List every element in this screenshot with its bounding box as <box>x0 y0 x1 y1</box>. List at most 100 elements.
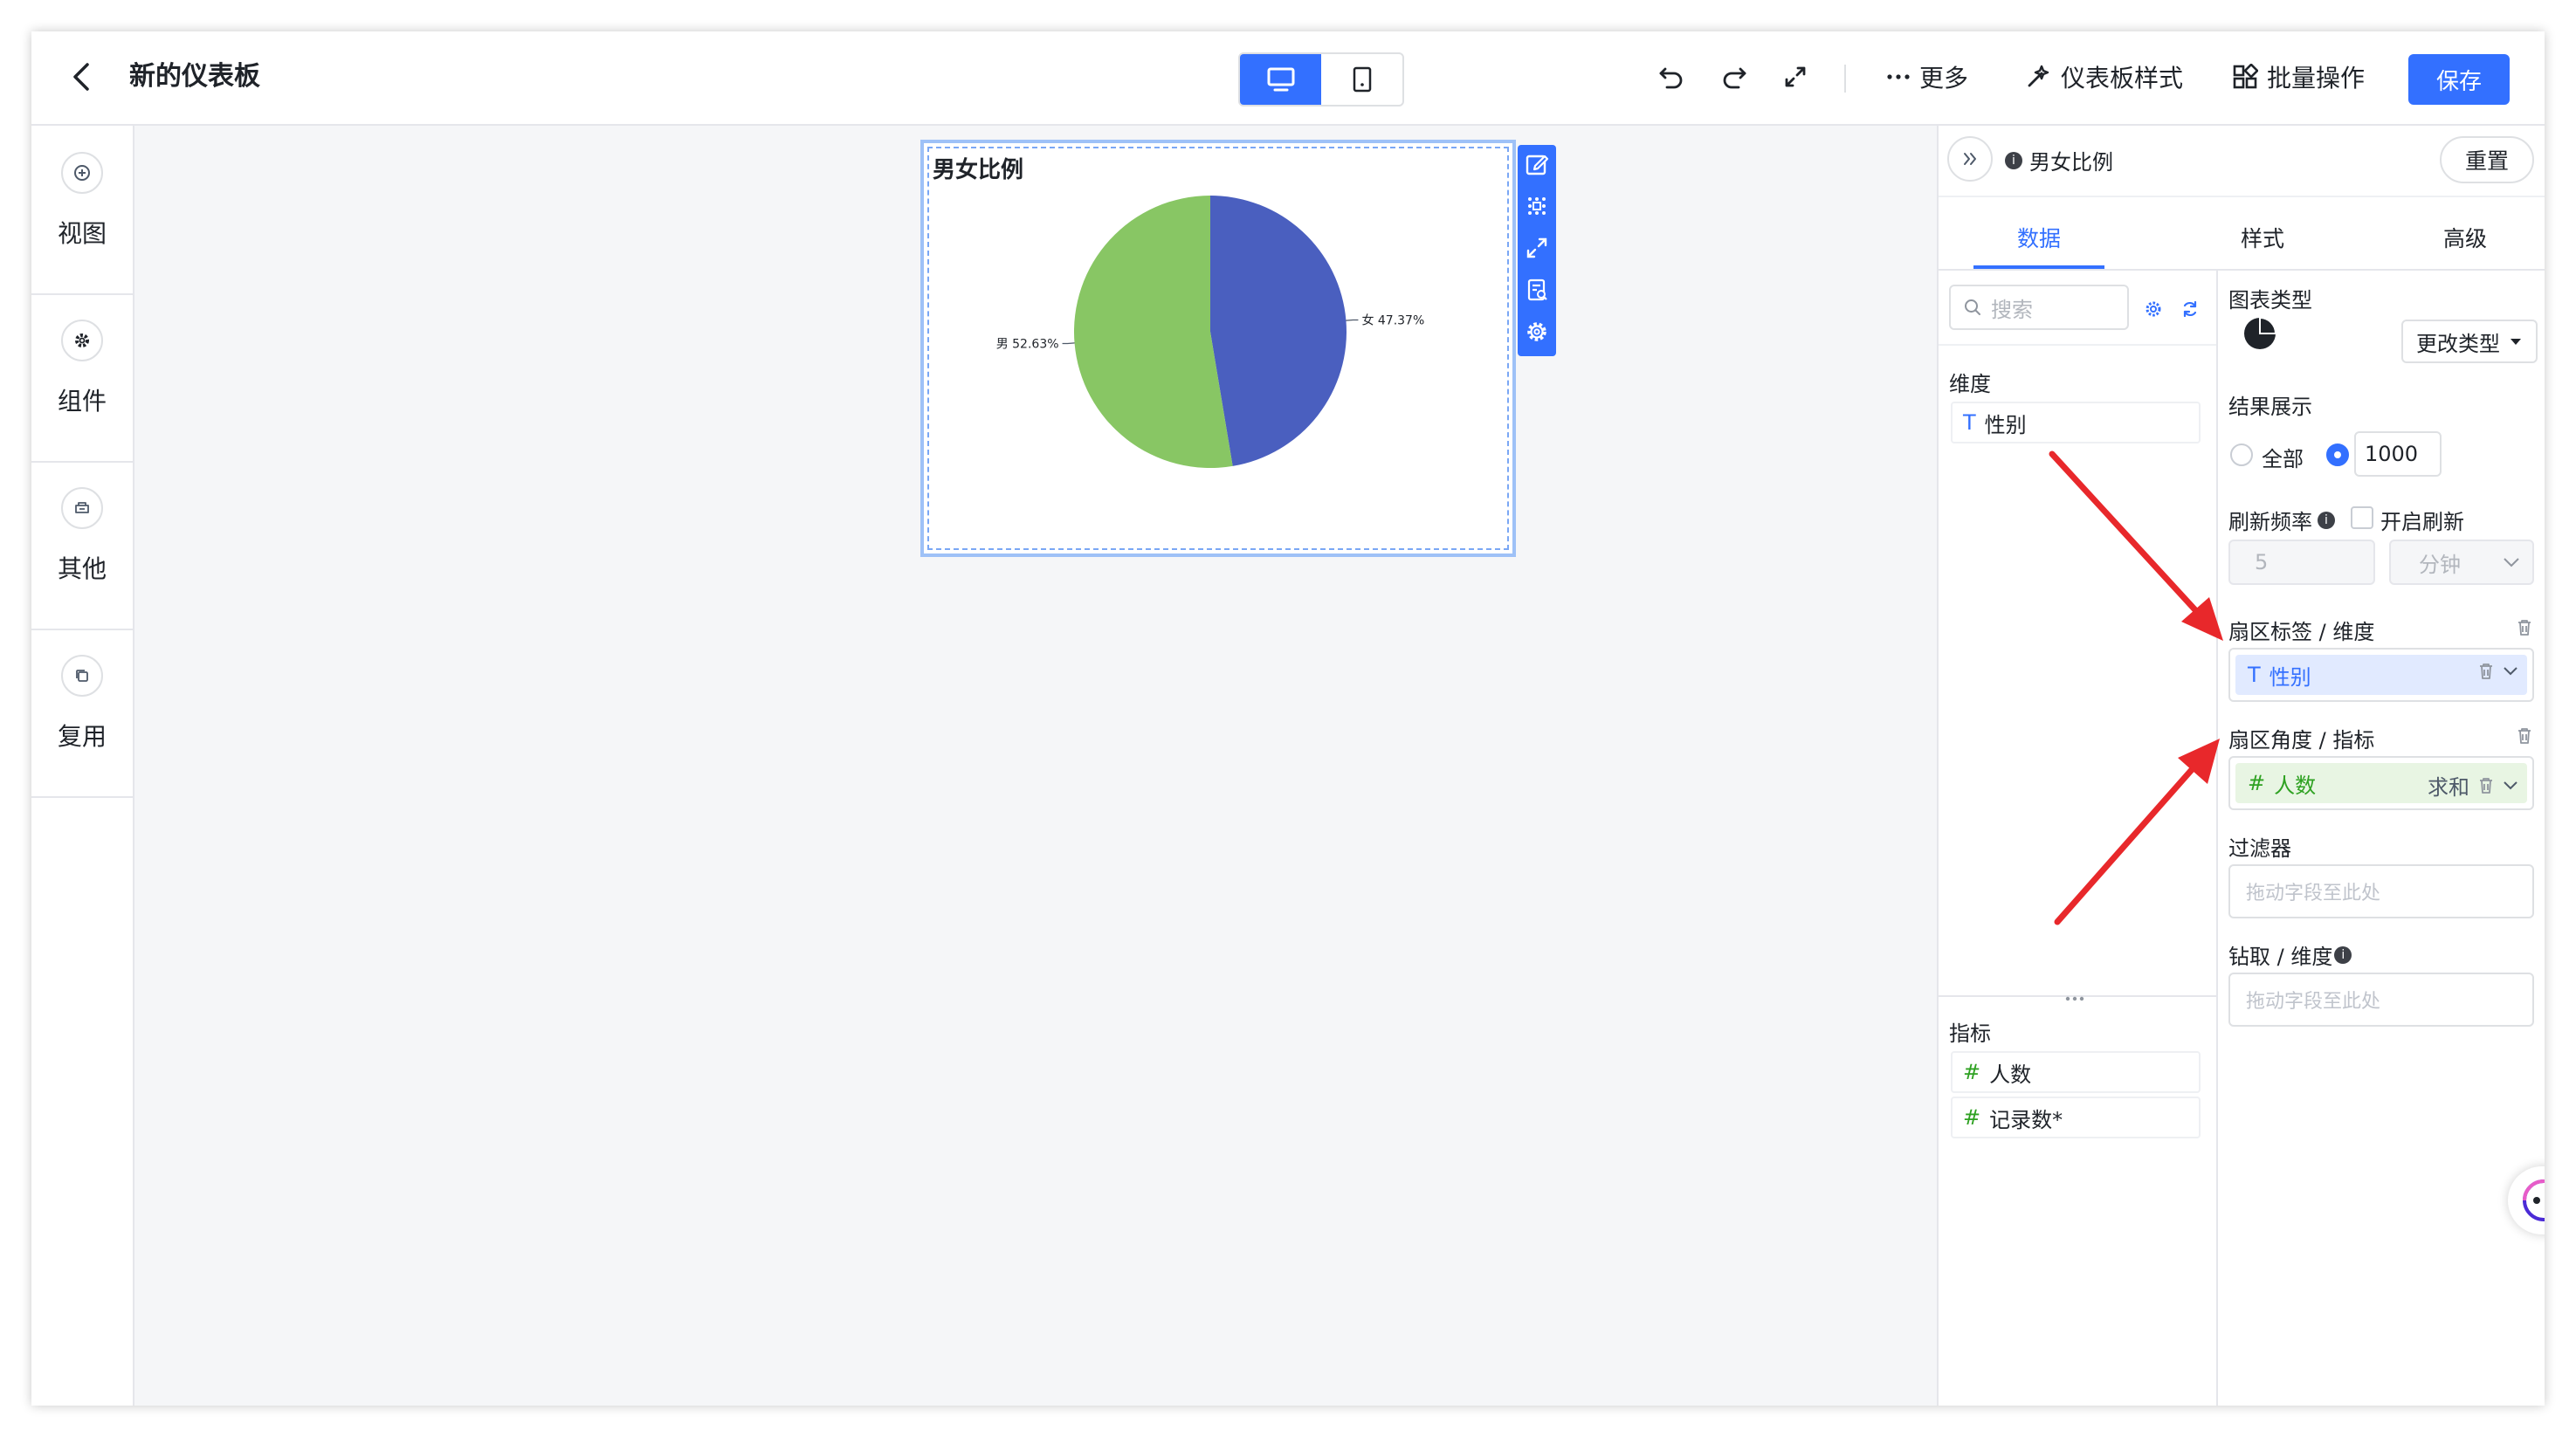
field-list: 搜索 维度 T 性别 指标 # 人数 # 记录数* <box>1939 271 2218 1406</box>
collapse-panel-button[interactable] <box>1947 136 1993 182</box>
trash-icon[interactable] <box>2476 776 2496 795</box>
enable-refresh-label: 开启刷新 <box>2380 510 2464 534</box>
chevron-down-icon[interactable] <box>2503 780 2518 791</box>
box-icon <box>61 487 103 529</box>
toolbar-divider <box>1844 65 1846 93</box>
pie-leader-line-1 <box>1062 342 1075 345</box>
refresh-interval-input[interactable]: 5 <box>2228 540 2375 585</box>
tab-style[interactable]: 样式 <box>2241 222 2284 253</box>
measure-field-count[interactable]: # 人数 <box>1951 1051 2201 1093</box>
pie-slice-0[interactable] <box>1210 196 1347 466</box>
copy-icon <box>61 655 103 697</box>
sidebar-item-other[interactable]: 其他 <box>31 461 133 630</box>
search-placeholder: 搜索 <box>1991 297 2033 322</box>
change-type-label: 更改类型 <box>2416 331 2500 356</box>
search-icon <box>1965 299 1980 315</box>
text-type-icon: T <box>1963 410 1976 435</box>
trash-icon[interactable] <box>2513 616 2536 639</box>
more-label: 更多 <box>1919 64 1969 93</box>
enable-refresh-checkbox[interactable] <box>2351 506 2373 529</box>
device-toggle <box>1238 52 1404 107</box>
info-icon: i <box>2005 151 2022 169</box>
more-button[interactable]: 更多 <box>1886 58 1968 96</box>
sidebar-item-label: 其他 <box>57 554 107 583</box>
field-name: 记录数* <box>1989 1107 2063 1132</box>
ellipsis-icon <box>1887 74 1910 79</box>
sector-angle-field-pill[interactable]: # 人数 求和 <box>2235 763 2527 803</box>
expand-icon[interactable] <box>1521 232 1553 264</box>
panel-header: i 男女比例 重置 <box>1939 126 2545 197</box>
magic-wand-icon <box>2028 65 2049 87</box>
pie-chart: 女 47.37% 男 52.63% <box>996 196 1424 468</box>
result-limit-input[interactable]: 1000 <box>2354 431 2442 477</box>
refresh-icon[interactable] <box>2178 297 2202 321</box>
monitor-icon <box>1267 67 1294 92</box>
field-settings-icon[interactable] <box>2141 297 2166 321</box>
info-icon: i <box>2334 945 2352 964</box>
sector-label-title: 扇区标签 / 维度 <box>2228 620 2375 644</box>
tab-data[interactable]: 数据 <box>2017 222 2061 253</box>
sidebar-item-label: 视图 <box>57 219 107 248</box>
undo-icon[interactable] <box>1654 59 1689 94</box>
pie-chart-type-icon <box>2244 316 2277 349</box>
splitter-handle[interactable] <box>2061 990 2089 1001</box>
dimension-field-gender[interactable]: T 性别 <box>1951 402 2201 443</box>
panel-title: i 男女比例 <box>2005 145 2113 175</box>
measure-field-record-count[interactable]: # 记录数* <box>1951 1097 2201 1138</box>
mobile-view-button[interactable] <box>1321 54 1402 105</box>
edit-icon[interactable] <box>1521 148 1553 180</box>
sidebar-item-component[interactable]: 组件 <box>31 293 133 463</box>
drill-title-text: 钻取 / 维度 <box>2228 945 2333 969</box>
assistant-button[interactable] <box>2508 1166 2545 1234</box>
phone-icon <box>1353 66 1371 93</box>
batch-operation-button[interactable]: 批量操作 <box>2232 58 2365 96</box>
sector-label-dropzone[interactable]: T 性别 <box>2228 648 2534 702</box>
trash-icon[interactable] <box>2513 725 2536 747</box>
robot-icon <box>2523 1179 2545 1221</box>
settings-icon[interactable] <box>1521 316 1553 347</box>
field-name: 人数 <box>2274 773 2317 798</box>
data-detail-icon[interactable] <box>1521 274 1553 306</box>
aggregation-label[interactable]: 求和 <box>2428 770 2469 801</box>
result-all-radio[interactable] <box>2230 443 2253 466</box>
app-window: 新的仪表板 更多 仪表板样式 批量操作 保存 视图 组件 其他 复用 男女比例 … <box>31 31 2545 1406</box>
number-type-icon: # <box>1963 1060 1981 1084</box>
info-icon: i <box>2318 511 2335 529</box>
pill-actions <box>2476 662 2518 681</box>
pie-label-0: 女 47.37% <box>1361 313 1424 327</box>
sidebar-item-view[interactable]: 视图 <box>31 126 133 295</box>
filter-dropzone[interactable]: 拖动字段至此处 <box>2228 864 2534 918</box>
tab-advanced[interactable]: 高级 <box>2443 222 2487 253</box>
drill-dropzone[interactable]: 拖动字段至此处 <box>2228 973 2534 1027</box>
reset-button[interactable]: 重置 <box>2440 136 2534 183</box>
dashboard-title[interactable]: 新的仪表板 <box>129 58 260 96</box>
search-divider <box>1939 344 2216 346</box>
sector-label-field-pill[interactable]: T 性别 <box>2235 655 2527 695</box>
measures-label: 指标 <box>1949 1021 1991 1046</box>
refresh-unit-label: 分钟 <box>2419 552 2461 577</box>
number-type-icon: # <box>1963 1105 1981 1130</box>
refresh-unit-select[interactable]: 分钟 <box>2389 540 2534 585</box>
change-type-dropdown[interactable]: 更改类型 <box>2401 320 2538 363</box>
result-limit-radio[interactable] <box>2326 443 2349 466</box>
sector-angle-dropzone[interactable]: # 人数 求和 <box>2228 756 2534 810</box>
active-tab-indicator <box>1973 265 2104 269</box>
gear-icon <box>61 320 103 361</box>
save-button[interactable]: 保存 <box>2408 54 2510 105</box>
drag-grid-icon[interactable] <box>1521 190 1553 222</box>
chevron-down-icon[interactable] <box>2503 666 2518 677</box>
chart-config: 图表类型 更改类型 结果展示 全部 1000 刷新频率 i 开启刷新 5 分钟 … <box>2218 271 2545 1406</box>
pie-slice-1[interactable] <box>1074 196 1233 468</box>
dashboard-style-button[interactable]: 仪表板样式 <box>2024 58 2183 96</box>
sidebar-item-reuse[interactable]: 复用 <box>31 629 133 798</box>
desktop-view-button[interactable] <box>1240 54 1321 105</box>
field-search-input[interactable]: 搜索 <box>1949 285 2129 330</box>
pill-actions: 求和 <box>2428 770 2518 801</box>
trash-icon[interactable] <box>2476 662 2496 681</box>
back-arrow-icon[interactable] <box>63 58 101 96</box>
fullscreen-icon[interactable] <box>1778 59 1813 94</box>
redo-icon[interactable] <box>1717 59 1752 94</box>
text-type-icon: T <box>2248 663 2261 687</box>
chart-card[interactable]: 男女比例 女 47.37% 男 52.63% <box>920 140 1516 557</box>
chevron-down-icon <box>2504 558 2519 567</box>
